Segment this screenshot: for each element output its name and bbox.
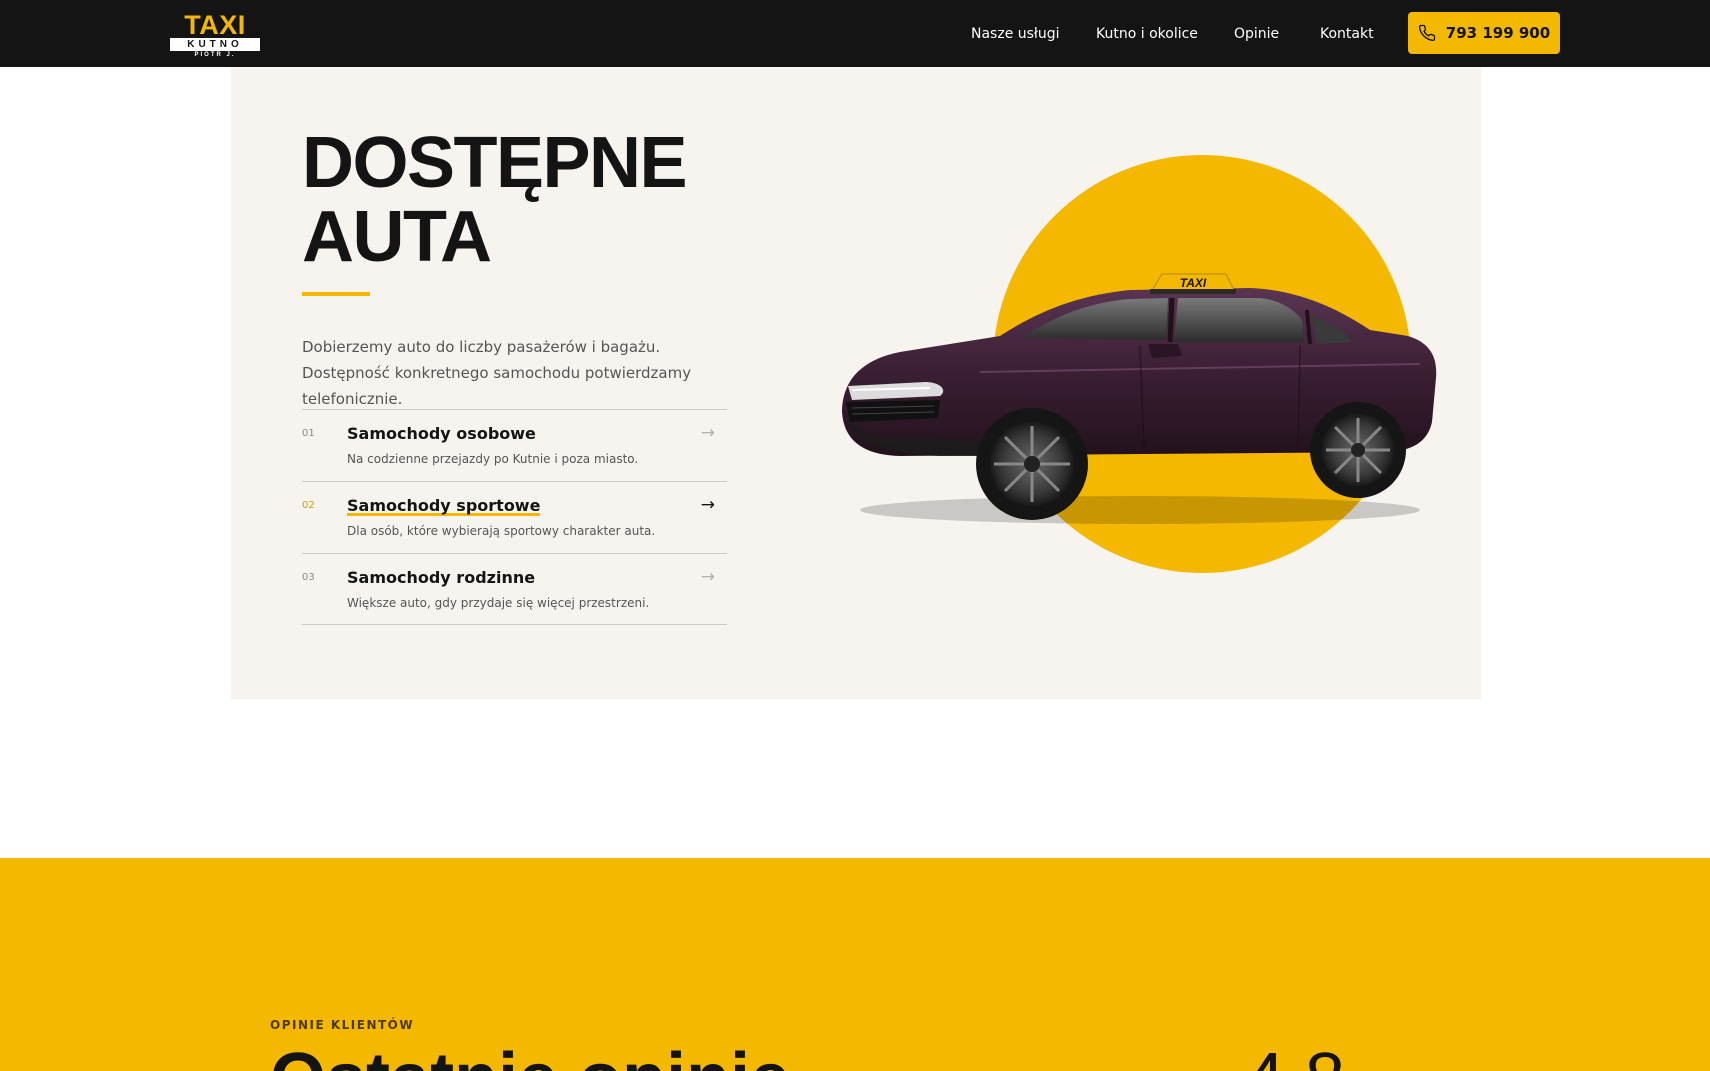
car-category-item[interactable]: 03 Samochody rodzinne Większe auto, gdy … bbox=[302, 553, 727, 625]
logo-title: TAXI bbox=[184, 10, 246, 40]
arrow-right-icon: → bbox=[700, 567, 715, 587]
front-wheel bbox=[976, 408, 1088, 520]
nav-link-reviews[interactable]: Opinie bbox=[1234, 26, 1279, 42]
taxi-roof-sign: TAXI bbox=[1150, 273, 1236, 294]
car-category-title: Samochody osobowe bbox=[347, 424, 536, 443]
title-line-1: DOSTĘPNE bbox=[302, 123, 688, 203]
title-accent-rule bbox=[302, 292, 370, 296]
car-category-item[interactable]: 01 Samochody osobowe Na codzienne przeja… bbox=[302, 409, 727, 481]
car-category-list: 01 Samochody osobowe Na codzienne przeja… bbox=[302, 409, 727, 625]
reviews-section: OPINIE KLIENTÓW Ostatnie opinie 4,8 bbox=[0, 858, 1710, 1071]
reviews-rating: 4,8 bbox=[1245, 1041, 1345, 1071]
arrow-right-icon: → bbox=[700, 423, 715, 443]
title-line-2: AUTA bbox=[302, 197, 492, 277]
section-description: Dobierzemy auto do liczby pasażerów i ba… bbox=[302, 338, 692, 408]
car-category-item-active[interactable]: 02 Samochody sportowe Dla osób, które wy… bbox=[302, 481, 727, 553]
car-category-number: 01 bbox=[302, 428, 315, 439]
reviews-eyebrow: OPINIE KLIENTÓW bbox=[270, 1018, 415, 1032]
top-navbar: TAXI KUTNO PIOTR J. Nasze usługi Kutno i… bbox=[0, 0, 1710, 67]
taxi-kutno-logo[interactable]: TAXI KUTNO PIOTR J. bbox=[170, 12, 260, 60]
call-phone-button[interactable]: 793 199 900 bbox=[1408, 12, 1560, 54]
section-title: DOSTĘPNE AUTA bbox=[302, 123, 688, 277]
arrow-right-icon: → bbox=[700, 495, 715, 515]
logo-owner: PIOTR J. bbox=[194, 52, 236, 58]
rear-wheel bbox=[1310, 402, 1406, 498]
car-category-title: Samochody rodzinne bbox=[347, 568, 536, 587]
car-category-number: 02 bbox=[302, 500, 315, 511]
car-category-description: Dla osób, które wybierają sportowy chara… bbox=[347, 524, 656, 538]
phone-icon bbox=[1418, 24, 1436, 42]
car-category-description: Na codzienne przejazdy po Kutnie i poza … bbox=[347, 452, 639, 466]
nav-link-contact[interactable]: Kontakt bbox=[1320, 26, 1374, 42]
roof-sign-text: TAXI bbox=[1180, 276, 1207, 290]
car-category-title: Samochody sportowe bbox=[347, 496, 541, 515]
car-category-number: 03 bbox=[302, 572, 315, 583]
car-category-description: Większe auto, gdy przydaje się więcej pr… bbox=[347, 596, 650, 610]
phone-number: 793 199 900 bbox=[1445, 24, 1551, 42]
reviews-heading: Ostatnie opinie bbox=[270, 1041, 790, 1071]
logo-city: KUTNO bbox=[170, 38, 260, 51]
car-visual: TAXI bbox=[830, 150, 1450, 580]
sports-taxi-car-image: TAXI bbox=[842, 155, 1437, 573]
nav-link-services[interactable]: Nasze usługi bbox=[971, 26, 1060, 42]
nav-link-area[interactable]: Kutno i okolice bbox=[1096, 26, 1198, 42]
